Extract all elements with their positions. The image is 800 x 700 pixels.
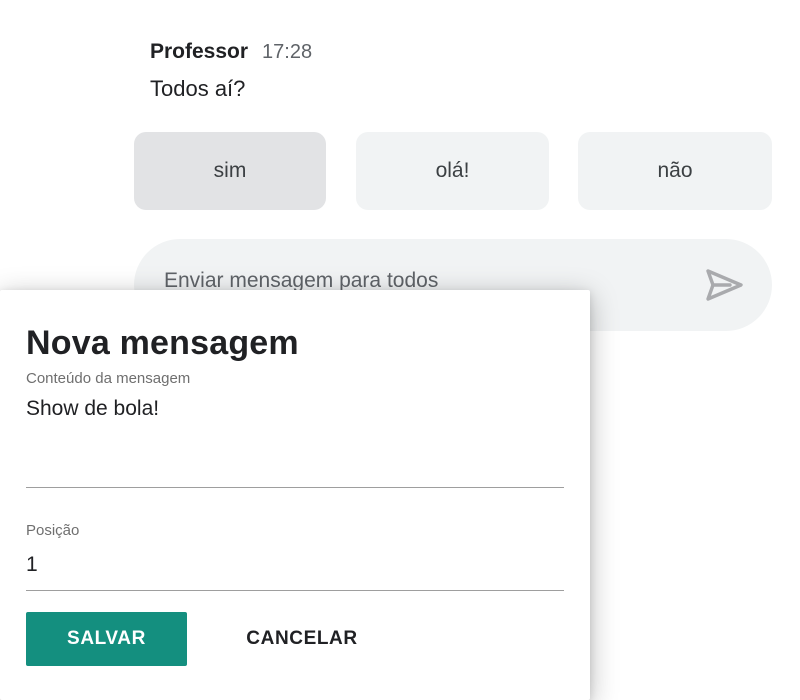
message-author: Professor <box>150 40 249 63</box>
quick-reply-label: olá! <box>435 159 470 182</box>
quick-reply-label: sim <box>213 159 247 182</box>
position-field: Posição <box>26 520 564 591</box>
quick-reply-sim[interactable]: sim <box>134 132 326 210</box>
send-icon <box>706 269 743 301</box>
message-time: 17:28 <box>262 41 313 63</box>
dialog-title: Nova mensagem <box>26 324 299 362</box>
quick-reply-label: não <box>657 159 693 182</box>
message-header: Professor 17:28 <box>150 40 312 64</box>
message-text: Todos aí? <box>150 76 246 101</box>
save-button[interactable]: SALVAR <box>26 612 187 666</box>
content-field-label: Conteúdo da mensagem <box>26 370 191 387</box>
quick-reply-ola[interactable]: olá! <box>356 132 549 210</box>
cancel-button[interactable]: CANCELAR <box>222 612 382 666</box>
position-field-label: Posição <box>26 522 80 539</box>
content-textarea[interactable]: Show de bola! <box>26 396 556 476</box>
send-button[interactable] <box>702 265 746 305</box>
position-input[interactable] <box>26 553 556 577</box>
content-field: Conteúdo da mensagem Show de bola! <box>26 368 564 488</box>
new-message-dialog: Nova mensagem Conteúdo da mensagem Show … <box>0 290 590 700</box>
quick-reply-nao[interactable]: não <box>578 132 772 210</box>
